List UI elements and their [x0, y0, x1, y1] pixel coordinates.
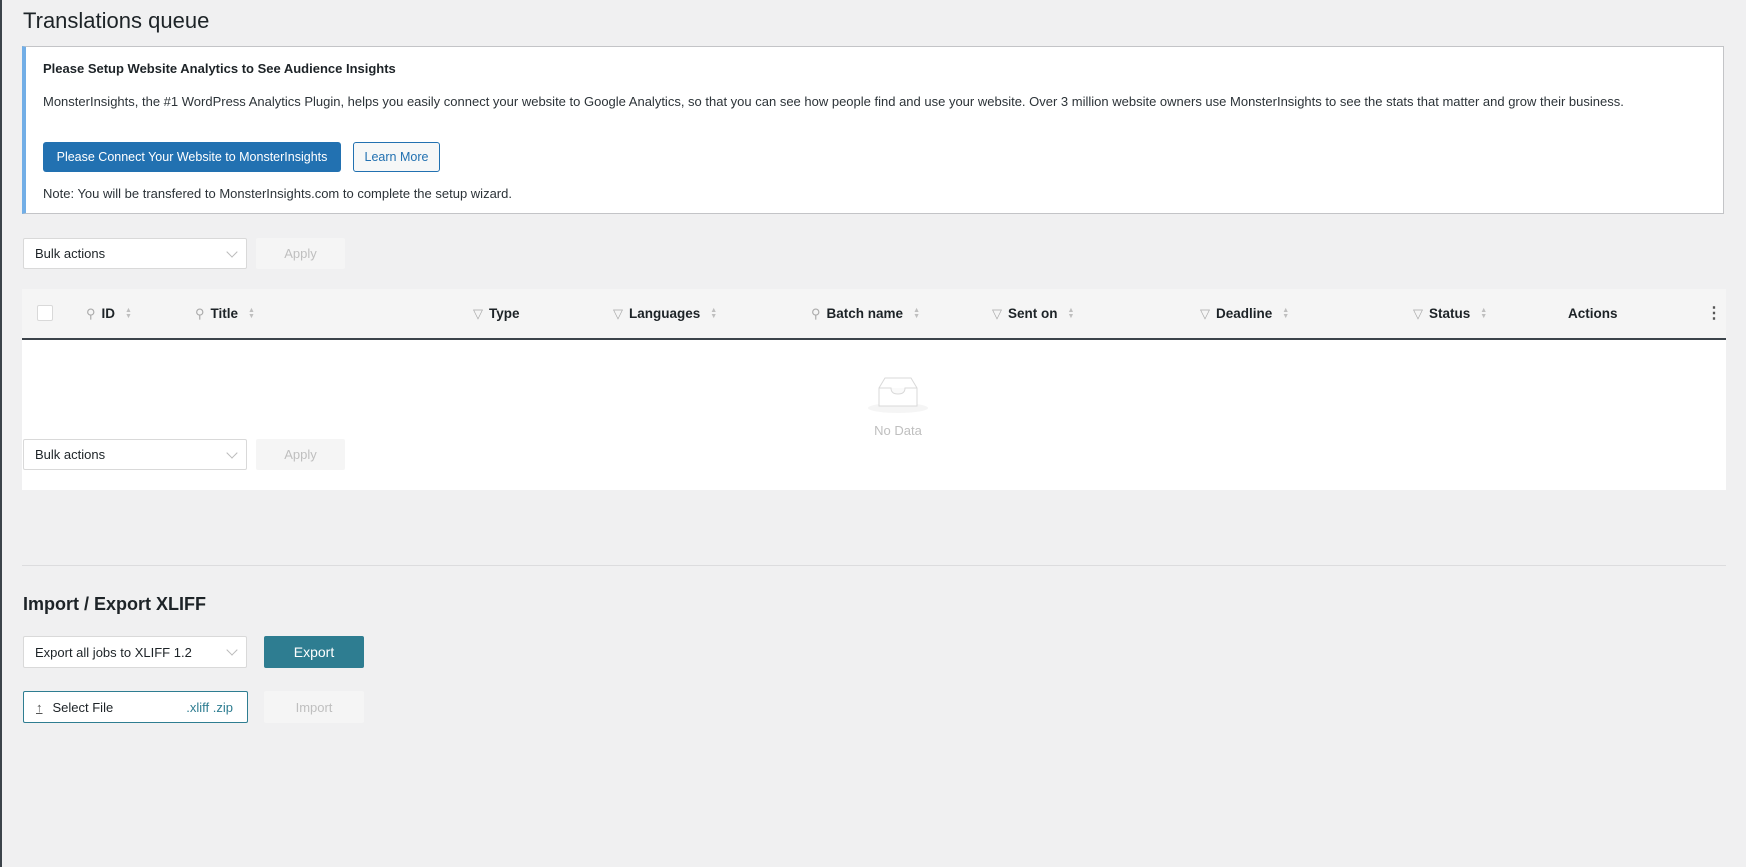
empty-inbox-icon	[868, 377, 928, 413]
bulk-actions-value: Bulk actions	[35, 246, 106, 261]
sort-icon[interactable]: ▲ ▼	[125, 307, 132, 320]
connect-button[interactable]: Please Connect Your Website to MonsterIn…	[43, 142, 341, 172]
left-border	[0, 0, 2, 867]
no-data-text: No Data	[874, 423, 922, 438]
file-types: .xliff .zip	[186, 699, 233, 715]
column-batch-name[interactable]: ⚲ Batch name ▲ ▼	[811, 289, 920, 338]
search-icon[interactable]: ⚲	[86, 306, 96, 322]
more-vertical-icon[interactable]: ⋮	[1706, 303, 1722, 323]
notice-note: Note: You will be transfered to MonsterI…	[43, 186, 512, 201]
filter-icon[interactable]: ▽	[992, 306, 1002, 322]
sort-icon[interactable]: ▲ ▼	[1068, 307, 1075, 320]
filter-icon[interactable]: ▽	[1413, 306, 1423, 322]
column-status[interactable]: ▽ Status ▲ ▼	[1413, 289, 1487, 338]
sort-icon[interactable]: ▲ ▼	[913, 307, 920, 320]
notice-body: MonsterInsights, the #1 WordPress Analyt…	[43, 94, 1624, 109]
column-deadline[interactable]: ▽ Deadline ▲ ▼	[1200, 289, 1289, 338]
filter-icon[interactable]: ▽	[473, 306, 483, 322]
empty-state: No Data	[867, 374, 929, 438]
chevron-down-icon	[226, 644, 238, 656]
sort-icon[interactable]: ▲ ▼	[1282, 307, 1289, 320]
section-divider	[22, 565, 1726, 566]
bulk-actions-select-top[interactable]: Bulk actions	[23, 238, 247, 269]
column-sent-on[interactable]: ▽ Sent on ▲ ▼	[992, 289, 1074, 338]
chevron-down-icon	[226, 447, 238, 459]
notice-title: Please Setup Website Analytics to See Au…	[43, 61, 396, 76]
import-button[interactable]: Import	[264, 691, 364, 723]
filter-icon[interactable]: ▽	[1200, 306, 1210, 322]
column-title[interactable]: ⚲ Title ▲ ▼	[195, 289, 255, 338]
sort-icon[interactable]: ▲ ▼	[248, 307, 255, 320]
column-id[interactable]: ⚲ ID ▲ ▼	[86, 289, 132, 338]
page-title: Translations queue	[23, 8, 210, 33]
xliff-heading: Import / Export XLIFF	[23, 594, 206, 614]
column-actions: Actions	[1568, 306, 1618, 321]
apply-button-top[interactable]: Apply	[256, 238, 345, 269]
search-icon[interactable]: ⚲	[195, 306, 205, 322]
column-languages[interactable]: ▽ Languages ▲ ▼	[613, 289, 717, 338]
bulk-actions-select-bottom[interactable]: Bulk actions	[23, 439, 247, 470]
apply-button-bottom[interactable]: Apply	[256, 439, 345, 470]
sort-icon[interactable]: ▲ ▼	[710, 307, 717, 320]
learn-more-button[interactable]: Learn More	[353, 142, 440, 172]
bulk-actions-value: Bulk actions	[35, 447, 106, 462]
table-header: ⚲ ID ▲ ▼ ⚲ Title ▲ ▼ ▽ Type ▽ Languages ▲ ▼ ⚲ Batch…	[22, 289, 1726, 340]
select-file-label: Select File	[52, 699, 114, 715]
chevron-down-icon	[226, 246, 238, 258]
export-format-value: Export all jobs to XLIFF 1.2	[35, 644, 192, 660]
column-type[interactable]: ▽ Type	[473, 289, 520, 338]
export-format-select[interactable]: Export all jobs to XLIFF 1.2	[23, 636, 247, 668]
select-file-button[interactable]: ↑ Select File .xliff .zip	[23, 691, 248, 723]
filter-icon[interactable]: ▽	[613, 306, 623, 322]
export-button[interactable]: Export	[264, 636, 364, 668]
upload-icon: ↑	[36, 699, 43, 715]
sort-icon[interactable]: ▲ ▼	[1480, 307, 1487, 320]
select-all-checkbox[interactable]	[37, 305, 53, 321]
analytics-notice: Please Setup Website Analytics to See Au…	[22, 46, 1724, 214]
search-icon[interactable]: ⚲	[811, 306, 821, 322]
